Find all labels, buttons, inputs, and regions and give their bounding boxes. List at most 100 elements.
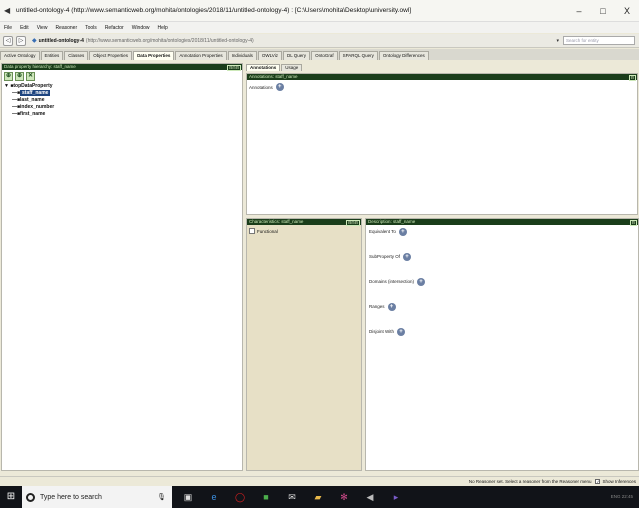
add-disjoint-icon[interactable]: + [397,327,406,336]
tree-item-label: last_name [20,97,45,103]
tab-ontograf[interactable]: OntoGraf [311,51,338,60]
tab-annotation-properties[interactable]: Annotation Properties [175,51,227,60]
menu-refactor[interactable]: Refactor [101,25,128,31]
protege-taskbar-icon[interactable]: ◀ [360,486,380,508]
tree-item-index-number[interactable]: —■index_number [4,104,242,110]
disjoint-with-label: Disjoint With [369,329,395,334]
delete-property-icon[interactable]: ✕ [26,71,35,81]
annotations-row: Annotations + [247,80,637,94]
characteristics-title: Characteristics: staff_name [249,219,304,224]
tree-item-staff-name[interactable]: —■ staff_name [4,90,242,96]
protege-window: ◀ untitled-ontology-4 (http://www.semant… [0,0,639,508]
ontology-uri: (http://www.semanticweb.org/mohita/ontol… [85,37,254,44]
menu-window[interactable]: Window [128,25,154,31]
add-sibling-property-icon[interactable]: ⊕ [15,71,24,81]
subproperty-of-row: SubProperty Of + [366,250,638,263]
add-range-icon[interactable]: + [387,302,396,311]
entity-search-input[interactable]: Search for entity [563,36,635,45]
tab-ontology-differences[interactable]: Ontology Differences [378,51,429,60]
tab-usage[interactable]: Usage [281,64,303,71]
description-view-controls[interactable]: ⊟ [629,220,637,226]
hierarchy-header: Data property hierarchy: staff_name ⊟⊟⊟ [2,64,242,71]
add-subproperty-icon[interactable]: + [403,252,412,261]
visual-studio-icon[interactable]: ▸ [386,486,406,508]
show-inferences-label: Show Inferences [602,479,636,484]
tree-item-last-name[interactable]: —■last_name [4,97,242,103]
characteristics-view-controls[interactable]: ⊟⊟⊟ [345,220,360,226]
description-title: Description: staff_name [368,219,416,224]
hierarchy-title: Data property hierarchy: staff_name [4,64,76,69]
menu-reasoner[interactable]: Reasoner [51,25,81,31]
annotation-usage-tabs: Annotations Usage [246,64,639,73]
menu-tools[interactable]: Tools [81,25,101,31]
add-domain-icon[interactable]: + [417,277,426,286]
annotations-header: Annotations: staff_name ⊟ [247,74,637,81]
status-bar: No Reasoner set. Select a reasoner from … [0,476,639,486]
menu-edit[interactable]: Edit [16,25,33,31]
menu-view[interactable]: View [33,25,52,31]
description-header: Description: staff_name ⊟ [366,219,638,226]
close-button[interactable]: X [615,6,639,16]
tab-entities[interactable]: Entities [40,51,64,60]
back-button[interactable]: ◁ [3,35,13,46]
mail-icon[interactable]: ✉ [282,486,302,508]
app-icon-colored[interactable]: ✻ [334,486,354,508]
annotations-title: Annotations: staff_name [249,74,298,79]
add-sub-property-icon[interactable]: ⊕ [4,71,13,81]
tab-object-properties[interactable]: Object Properties [89,51,133,60]
windows-taskbar: ⊞ Type here to search 🎙 ▣ e ◯ ■ ✉ ▰ ✻ ◀ … [0,486,639,508]
ontology-address-bar: ◁ ▷ ◆ untitled-ontology-4 (http://www.se… [0,34,639,48]
domains-row: Domains (intersection) + [366,275,638,288]
edge-browser-icon[interactable]: e [204,486,224,508]
functional-checkbox-row[interactable]: Functional [247,225,361,237]
functional-label: Functional [257,228,278,234]
menu-file[interactable]: File [0,25,16,31]
ranges-label: Ranges [369,304,385,309]
tab-individuals[interactable]: Individuals [227,51,257,60]
tab-owlviz[interactable]: OWLViz [257,51,282,60]
show-inferences-checkbox[interactable]: ✓ [595,479,601,484]
forward-button[interactable]: ▷ [16,35,26,46]
ontology-diamond-icon: ◆ [32,38,37,44]
annotations-panel: Annotations: staff_name ⊟ Annotations + [246,73,638,215]
file-explorer-icon[interactable]: ▰ [308,486,328,508]
annotations-view-controls[interactable]: ⊟ [628,75,636,81]
store-icon[interactable]: ■ [256,486,276,508]
characteristics-header: Characteristics: staff_name ⊟⊟⊟ [247,219,361,226]
hierarchy-toolbar: ⊕ ⊕ ✕ [2,70,242,82]
functional-checkbox[interactable] [249,228,255,234]
data-property-hierarchy-panel: Data property hierarchy: staff_name ⊟⊟⊟ … [1,63,243,471]
reasoner-status: No Reasoner set. Select a reasoner from … [468,479,592,484]
windows-start-icon[interactable]: ⊞ [0,486,22,508]
add-annotation-icon[interactable]: + [275,83,284,91]
maximize-button[interactable]: □ [591,6,615,16]
tab-sparql-query[interactable]: SPARQL Query [338,51,378,60]
hierarchy-view-controls[interactable]: ⊟⊟⊟ [226,65,241,71]
tab-classes[interactable]: Classes [64,51,89,60]
microphone-icon[interactable]: 🎙 [157,493,166,501]
tree-root[interactable]: ▼ ■topDataProperty [4,83,242,89]
annotations-label: Annotations [249,84,273,90]
disjoint-with-row: Disjoint With + [366,325,638,338]
tab-active-ontology[interactable]: Active Ontology [0,51,40,60]
tree-item-label: staff_name [20,90,51,96]
task-view-icon[interactable]: ▣ [178,486,198,508]
ontology-name: untitled-ontology-4 [38,37,84,44]
ranges-row: Ranges + [366,300,638,313]
opera-icon[interactable]: ◯ [230,486,250,508]
cortana-icon [26,492,35,502]
minimize-button[interactable]: – [567,6,591,16]
menu-help[interactable]: Help [154,25,172,31]
add-equivalent-icon[interactable]: + [398,227,407,236]
ontology-dropdown-icon[interactable]: ▾ [556,38,559,44]
tab-dl-query[interactable]: DL Query [282,51,311,60]
tree-item-first-name[interactable]: —■first_name [4,111,242,117]
tab-annotations[interactable]: Annotations [246,64,281,71]
protege-logo-icon: ◀ [4,5,11,15]
main-tabs: Active Ontology Entities Classes Object … [0,49,639,60]
characteristics-panel: Characteristics: staff_name ⊟⊟⊟ Function… [246,218,362,471]
window-title: untitled-ontology-4 (http://www.semantic… [16,7,412,14]
equivalent-to-label: Equivalent To [369,229,396,234]
tab-data-properties[interactable]: Data Properties [133,51,175,60]
taskbar-search-box[interactable]: Type here to search 🎙 [22,486,172,508]
